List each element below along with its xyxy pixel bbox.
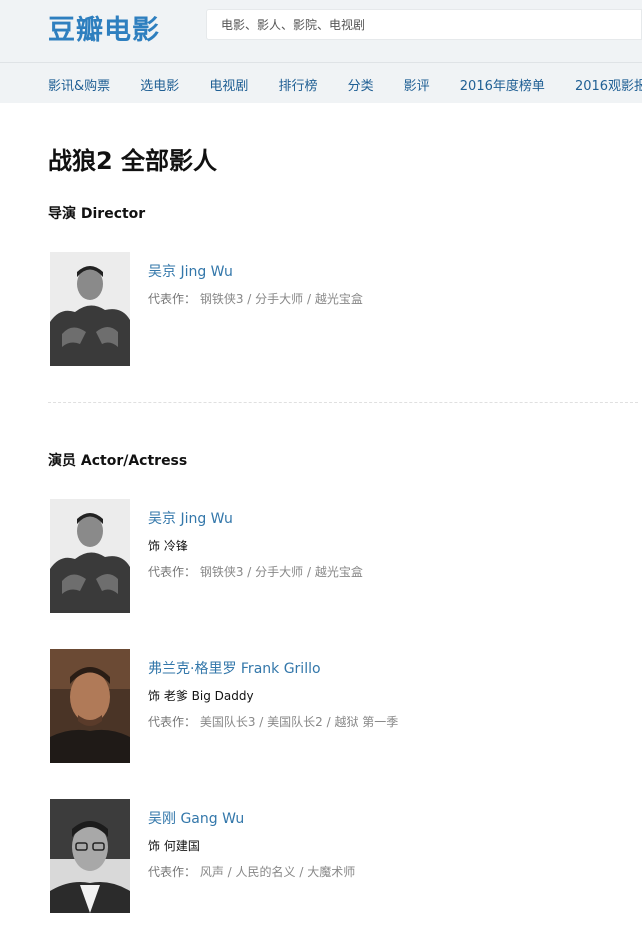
- page-title: 战狼2 全部影人: [48, 147, 218, 175]
- nav-tv[interactable]: 电视剧: [209, 75, 248, 94]
- nav-annual-report[interactable]: 2016观影报告: [575, 75, 642, 94]
- works-list: 风声 / 人民的名义 / 大魔术师: [199, 865, 356, 879]
- frank-grillo-photo-icon: [50, 649, 130, 763]
- jing-wu-photo-icon: [50, 252, 130, 366]
- works-label: 代表作：: [148, 565, 197, 579]
- works-label: 代表作：: [148, 715, 197, 729]
- person-role: 饰 老爹 Big Daddy: [148, 689, 254, 703]
- person-name-link[interactable]: 吴京 Jing Wu: [148, 261, 233, 281]
- person-card: 吴京 Jing Wu 代表作： 钢铁侠3 / 分手大师 / 越光宝盒: [50, 252, 640, 367]
- search-box: [206, 9, 642, 40]
- person-works: 代表作： 钢铁侠3 / 分手大师 / 越光宝盒: [148, 563, 363, 580]
- works-list: 钢铁侠3 / 分手大师 / 越光宝盒: [199, 292, 363, 306]
- works-list: 美国队长3 / 美国队长2 / 越狱 第一季: [199, 715, 399, 729]
- works-label: 代表作：: [148, 292, 197, 306]
- person-photo[interactable]: [50, 499, 130, 613]
- person-card: 弗兰克·格里罗 Frank Grillo 饰 老爹 Big Daddy 代表作：…: [50, 649, 640, 764]
- site-logo[interactable]: 豆瓣电影: [48, 8, 160, 47]
- site-header: 豆瓣电影 影讯&购票 选电影 电视剧 排行榜 分类 影评 2016年度榜单 20…: [0, 0, 642, 103]
- section-title-director: 导演 Director: [48, 206, 146, 222]
- works-list: 钢铁侠3 / 分手大师 / 越光宝盒: [199, 565, 363, 579]
- person-works: 代表作： 美国队长3 / 美国队长2 / 越狱 第一季: [148, 713, 398, 730]
- header-divider: [0, 62, 642, 63]
- person-photo[interactable]: [50, 799, 130, 913]
- person-works: 代表作： 风声 / 人民的名义 / 大魔术师: [148, 863, 355, 880]
- section-divider: [48, 402, 638, 403]
- person-name-link[interactable]: 吴刚 Gang Wu: [148, 808, 244, 828]
- jing-wu-photo-icon: [50, 499, 130, 613]
- works-label: 代表作：: [148, 865, 197, 879]
- person-card: 吴京 Jing Wu 饰 冷锋 代表作： 钢铁侠3 / 分手大师 / 越光宝盒: [50, 499, 640, 614]
- person-photo[interactable]: [50, 252, 130, 366]
- nav-annual-list[interactable]: 2016年度榜单: [460, 75, 545, 94]
- person-name-link[interactable]: 弗兰克·格里罗 Frank Grillo: [148, 658, 321, 678]
- nav-categories[interactable]: 分类: [348, 75, 374, 94]
- person-name-link[interactable]: 吴京 Jing Wu: [148, 508, 233, 528]
- person-role: 饰 何建国: [148, 839, 200, 853]
- person-works: 代表作： 钢铁侠3 / 分手大师 / 越光宝盒: [148, 290, 363, 307]
- person-photo[interactable]: [50, 649, 130, 763]
- nav-showtimes[interactable]: 影讯&购票: [48, 75, 110, 94]
- gang-wu-photo-icon: [50, 799, 130, 913]
- nav-reviews[interactable]: 影评: [404, 75, 430, 94]
- main-nav: 影讯&购票 选电影 电视剧 排行榜 分类 影评 2016年度榜单 2016观影报…: [48, 75, 642, 94]
- person-role: 饰 冷锋: [148, 539, 188, 553]
- person-card: 吴刚 Gang Wu 饰 何建国 代表作： 风声 / 人民的名义 / 大魔术师: [50, 799, 640, 914]
- nav-explore-movies[interactable]: 选电影: [140, 75, 179, 94]
- search-input[interactable]: [207, 10, 641, 39]
- nav-charts[interactable]: 排行榜: [278, 75, 317, 94]
- section-title-cast: 演员 Actor/Actress: [48, 453, 188, 469]
